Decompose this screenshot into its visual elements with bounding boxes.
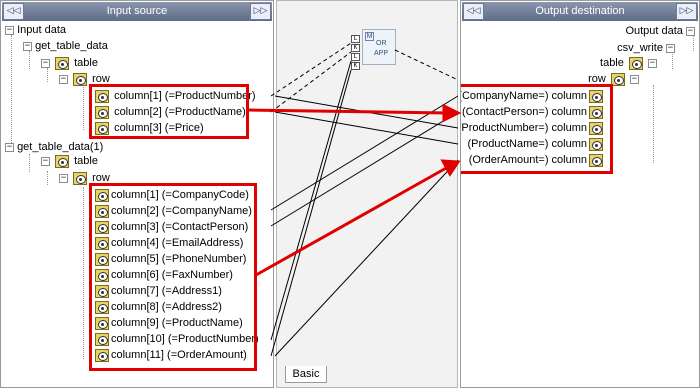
tree-label: Input data [17, 24, 66, 37]
collapse-toggle-icon[interactable]: − [5, 142, 14, 152]
collapse-toggle-icon[interactable]: − [630, 74, 639, 84]
collapse-toggle-icon[interactable]: − [59, 74, 68, 84]
mapping-canvas[interactable]: L K L K M OR APP Basic [276, 0, 458, 388]
highlight-box [89, 183, 257, 371]
collapse-toggle-icon[interactable]: − [59, 173, 68, 183]
collapse-toggle-icon[interactable]: − [41, 58, 50, 68]
input-source-panel: ◁◁ Input source ▷▷ − Input data − get_ta… [0, 0, 274, 388]
collapse-toggle-icon[interactable]: − [666, 43, 675, 53]
function-label: OR [376, 40, 387, 47]
highlight-box [89, 84, 249, 139]
expand-right-button[interactable]: ▷▷ [676, 3, 697, 20]
tree-node-table[interactable]: table − [600, 55, 657, 71]
collapse-right-button[interactable]: ◁◁ [463, 3, 484, 20]
tree-label: get_table_data [35, 40, 108, 53]
tree-label: table [74, 57, 98, 70]
tab-basic[interactable]: Basic [285, 366, 327, 383]
tree-label: table [74, 155, 98, 168]
row-icon [73, 171, 88, 185]
tree-node-table[interactable]: − table [41, 153, 98, 169]
collapse-toggle-icon[interactable]: − [23, 41, 32, 51]
tree-node-get-table-data[interactable]: − get_table_data [23, 38, 108, 54]
function-pin[interactable]: K [351, 62, 360, 70]
expand-left-button[interactable]: ▷▷ [250, 3, 271, 20]
table-icon [55, 56, 70, 70]
highlight-box [461, 84, 613, 174]
tree-label: csv_write [617, 42, 663, 55]
tree-node-output-data[interactable]: Output data − [625, 23, 695, 39]
input-source-title: Input source [106, 5, 168, 17]
tree-label: get_table_data(1) [17, 141, 104, 154]
function-pin[interactable]: L [351, 53, 360, 61]
row-icon [610, 72, 625, 86]
output-destination-header: ◁◁ Output destination ▷▷ [462, 2, 698, 21]
tree-node-input-data[interactable]: − Input data [5, 22, 66, 38]
table-icon [55, 154, 70, 168]
collapse-toggle-icon[interactable]: − [5, 25, 14, 35]
input-source-header: ◁◁ Input source ▷▷ [2, 2, 272, 21]
row-icon [73, 72, 88, 86]
function-type-icon: M [365, 32, 374, 41]
tree-node-table[interactable]: − table [41, 55, 98, 71]
tree-node-csv-write[interactable]: csv_write − [617, 40, 675, 56]
table-icon [628, 56, 643, 70]
output-destination-panel: ◁◁ Output destination ▷▷ Output data − c… [460, 0, 700, 388]
collapse-toggle-icon[interactable]: − [686, 26, 695, 36]
collapse-toggle-icon[interactable]: − [41, 156, 50, 166]
output-destination-title: Output destination [535, 5, 625, 17]
or-function-icon[interactable]: M OR APP [362, 29, 396, 65]
tree-label: Output data [625, 25, 683, 38]
function-pin[interactable]: K [351, 44, 360, 52]
collapse-toggle-icon[interactable]: − [648, 58, 657, 68]
function-pin[interactable]: L [351, 35, 360, 43]
collapse-left-button[interactable]: ◁◁ [3, 3, 24, 20]
function-label: APP [374, 50, 389, 57]
tree-label: table [600, 57, 624, 70]
